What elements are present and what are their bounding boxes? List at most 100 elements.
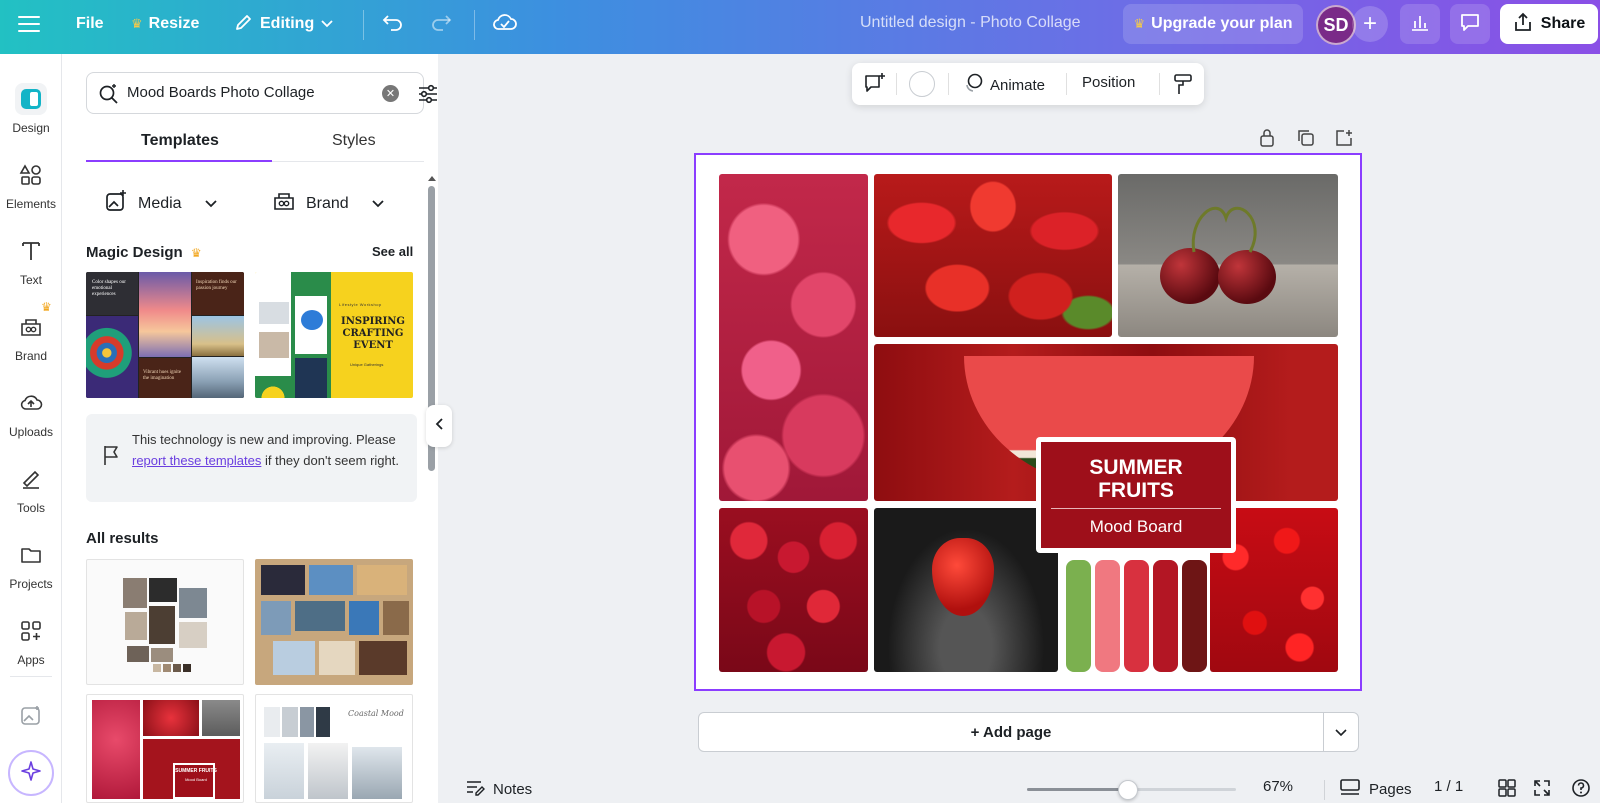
rail-item-design[interactable]: Design	[0, 74, 62, 144]
see-all-link[interactable]: See all	[372, 244, 413, 259]
template-search-input[interactable]: Mood Boards Photo Collage ✕	[86, 72, 437, 114]
grid-view-button[interactable]	[1497, 778, 1517, 802]
upgrade-plan-button[interactable]: ♛ Upgrade your plan	[1123, 4, 1303, 44]
result-template-4[interactable]: Coastal Mood	[255, 694, 413, 803]
result-template-2[interactable]	[255, 559, 413, 685]
title-card[interactable]: SUMMER FRUITS Mood Board	[1036, 437, 1236, 553]
copy-style-button[interactable]	[1172, 72, 1194, 101]
result-template-1[interactable]	[86, 559, 244, 685]
magic-design-template-1[interactable]: Color shapes our emotional experiences I…	[86, 272, 244, 398]
image-sparkle-icon	[19, 706, 43, 732]
thumb-subtitle: Mood Board	[185, 777, 207, 782]
cranberry-photo[interactable]	[719, 508, 868, 672]
swatch-pink[interactable]	[1095, 560, 1120, 672]
rail-item-text[interactable]: Text	[0, 226, 62, 296]
rail-item-tools[interactable]: Tools	[0, 454, 62, 524]
insights-button[interactable]	[1400, 4, 1440, 44]
rail-item-projects[interactable]: Projects	[0, 530, 62, 600]
share-label: Share	[1540, 15, 1586, 32]
help-button[interactable]	[1571, 778, 1591, 802]
add-page-options-button[interactable]	[1323, 712, 1359, 752]
notes-button[interactable]: Notes	[465, 778, 532, 800]
add-page-top-button[interactable]	[1334, 128, 1354, 153]
file-label: File	[76, 15, 104, 32]
template-subtitle: Unique Gatherings	[350, 362, 384, 367]
notes-label: Notes	[493, 780, 533, 798]
design-icon	[15, 83, 47, 115]
save-status-button[interactable]	[492, 0, 518, 48]
magic-assistant-button[interactable]	[8, 750, 54, 796]
tab-styles[interactable]: Styles	[332, 132, 376, 150]
comments-button[interactable]	[1450, 4, 1490, 44]
collapse-panel-button[interactable]	[426, 405, 452, 447]
media-filter-label: Media	[138, 194, 182, 212]
crown-icon: ♛	[1133, 16, 1146, 31]
duplicate-page-button[interactable]	[1296, 128, 1316, 153]
comment-plus-icon	[862, 73, 886, 100]
zoom-slider-handle[interactable]	[1118, 780, 1138, 800]
magic-design-template-2[interactable]: Lifestyle Workshop INSPIRING CRAFTING EV…	[255, 272, 413, 398]
cherry-heart-photo[interactable]	[1118, 174, 1338, 337]
raspberry-photo[interactable]	[719, 174, 868, 501]
menu-button[interactable]	[18, 0, 40, 48]
rail-item-brand[interactable]: ♛ Brand	[0, 300, 62, 372]
file-menu[interactable]: File	[76, 0, 104, 48]
notes-icon	[465, 778, 485, 800]
design-title[interactable]: SUMMER FRUITS	[1089, 456, 1182, 502]
resize-button[interactable]: ♛ Resize	[131, 0, 199, 48]
media-filter-dropdown[interactable]: Media	[104, 189, 218, 218]
upgrade-label: Upgrade your plan	[1151, 15, 1293, 32]
report-templates-link[interactable]: report these templates	[132, 453, 261, 468]
zoom-level[interactable]: 67%	[1263, 778, 1293, 795]
fullscreen-button[interactable]	[1532, 778, 1552, 802]
help-icon	[1571, 778, 1591, 802]
magic-design-heading: Magic Design ♛	[86, 244, 202, 261]
rail-divider	[10, 676, 52, 677]
lock-page-button[interactable]	[1258, 128, 1276, 153]
swatch-maroon[interactable]	[1182, 560, 1207, 672]
filter-icon[interactable]	[417, 83, 439, 110]
redo-button[interactable]	[430, 0, 452, 48]
document-title[interactable]: Untitled design - Photo Collage	[860, 14, 1081, 32]
magic-media-button[interactable]	[19, 704, 43, 733]
invite-button[interactable]: +	[1352, 6, 1388, 42]
swatch-red[interactable]	[1124, 560, 1149, 672]
clear-search-icon[interactable]: ✕	[382, 85, 399, 102]
notice-text: This technology is new and improving. Pl…	[132, 429, 404, 471]
swatch-green[interactable]	[1066, 560, 1091, 672]
brand-filter-dropdown[interactable]: Brand	[272, 189, 385, 218]
user-avatar[interactable]: SD	[1316, 5, 1356, 45]
animate-button[interactable]: Animate	[962, 72, 1045, 98]
rail-item-uploads[interactable]: Uploads	[0, 378, 62, 448]
position-button[interactable]: Position	[1082, 74, 1135, 91]
templates-panel: Mood Boards Photo Collage ✕ Templates St…	[62, 54, 438, 803]
magic-design-label: Magic Design	[86, 244, 183, 261]
thumb-script-title: Coastal Mood	[348, 709, 404, 718]
rail-label: Brand	[14, 349, 48, 363]
crown-icon: ♛	[41, 300, 52, 314]
rail-item-elements[interactable]: Elements	[0, 150, 62, 220]
strawberry-photo[interactable]	[874, 174, 1112, 337]
scroll-up-arrow[interactable]	[427, 169, 437, 187]
swatch-crimson[interactable]	[1153, 560, 1178, 672]
tools-icon	[15, 463, 47, 495]
background-color-button[interactable]	[909, 71, 935, 97]
undo-button[interactable]	[382, 0, 404, 48]
all-results-heading: All results	[86, 530, 159, 547]
rail-label: Design	[12, 121, 50, 135]
add-page-button[interactable]: + Add page	[698, 712, 1324, 752]
design-subtitle[interactable]: Mood Board	[1090, 517, 1183, 537]
tab-templates[interactable]: Templates	[141, 132, 219, 150]
search-value[interactable]: Mood Boards Photo Collage	[127, 84, 315, 101]
editing-mode-dropdown[interactable]: Editing	[234, 0, 334, 48]
share-button[interactable]: Share	[1500, 4, 1598, 44]
single-strawberry-photo[interactable]	[874, 508, 1058, 672]
chevron-down-icon	[1335, 723, 1347, 741]
pages-button[interactable]: Pages	[1339, 778, 1412, 800]
elements-icon	[15, 159, 47, 191]
add-comment-button[interactable]	[862, 72, 886, 101]
duplicate-icon	[1296, 130, 1316, 152]
bar-chart-icon	[1410, 12, 1430, 37]
rail-item-apps[interactable]: Apps	[0, 606, 62, 676]
result-template-3[interactable]: SUMMER FRUITS Mood Board	[86, 694, 244, 803]
